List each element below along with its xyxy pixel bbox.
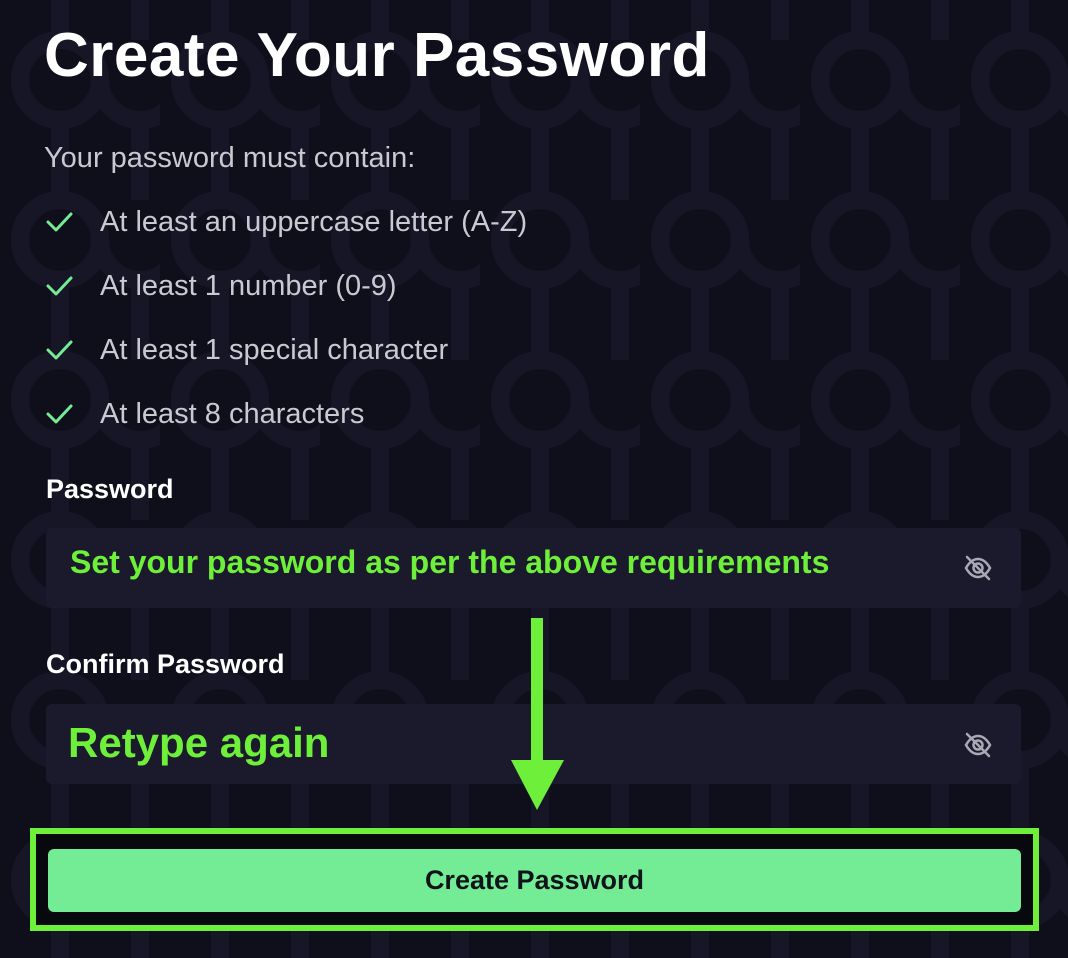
check-icon (44, 330, 78, 370)
create-password-button[interactable]: Create Password (48, 849, 1021, 912)
requirements-intro: Your password must contain: (44, 142, 416, 174)
check-icon (44, 266, 78, 306)
confirm-password-annotation: Retype again (68, 719, 330, 766)
check-icon (44, 394, 78, 434)
down-arrow-annotation (511, 618, 564, 810)
password-label: Password (46, 474, 174, 504)
requirement-label: At least an uppercase letter (A-Z) (100, 205, 528, 238)
requirement-special-character: At least 1 special character (44, 330, 744, 370)
eye-off-icon[interactable] (963, 554, 993, 582)
eye-off-icon[interactable] (963, 731, 993, 759)
page-title: Create Your Password (44, 21, 710, 90)
requirement-length: At least 8 characters (44, 394, 744, 434)
requirement-label: At least 1 special character (100, 333, 449, 366)
confirm-password-label: Confirm Password (46, 649, 285, 679)
create-password-page: Create Your Password Your password must … (0, 0, 1068, 958)
password-annotation: Set your password as per the above requi… (70, 544, 830, 580)
requirement-number: At least 1 number (0-9) (44, 266, 744, 306)
password-input[interactable]: Set your password as per the above requi… (46, 528, 1021, 608)
requirement-uppercase: At least an uppercase letter (A-Z) (44, 202, 744, 242)
requirement-label: At least 1 number (0-9) (100, 269, 397, 302)
check-icon (44, 202, 78, 242)
requirement-label: At least 8 characters (100, 397, 365, 430)
